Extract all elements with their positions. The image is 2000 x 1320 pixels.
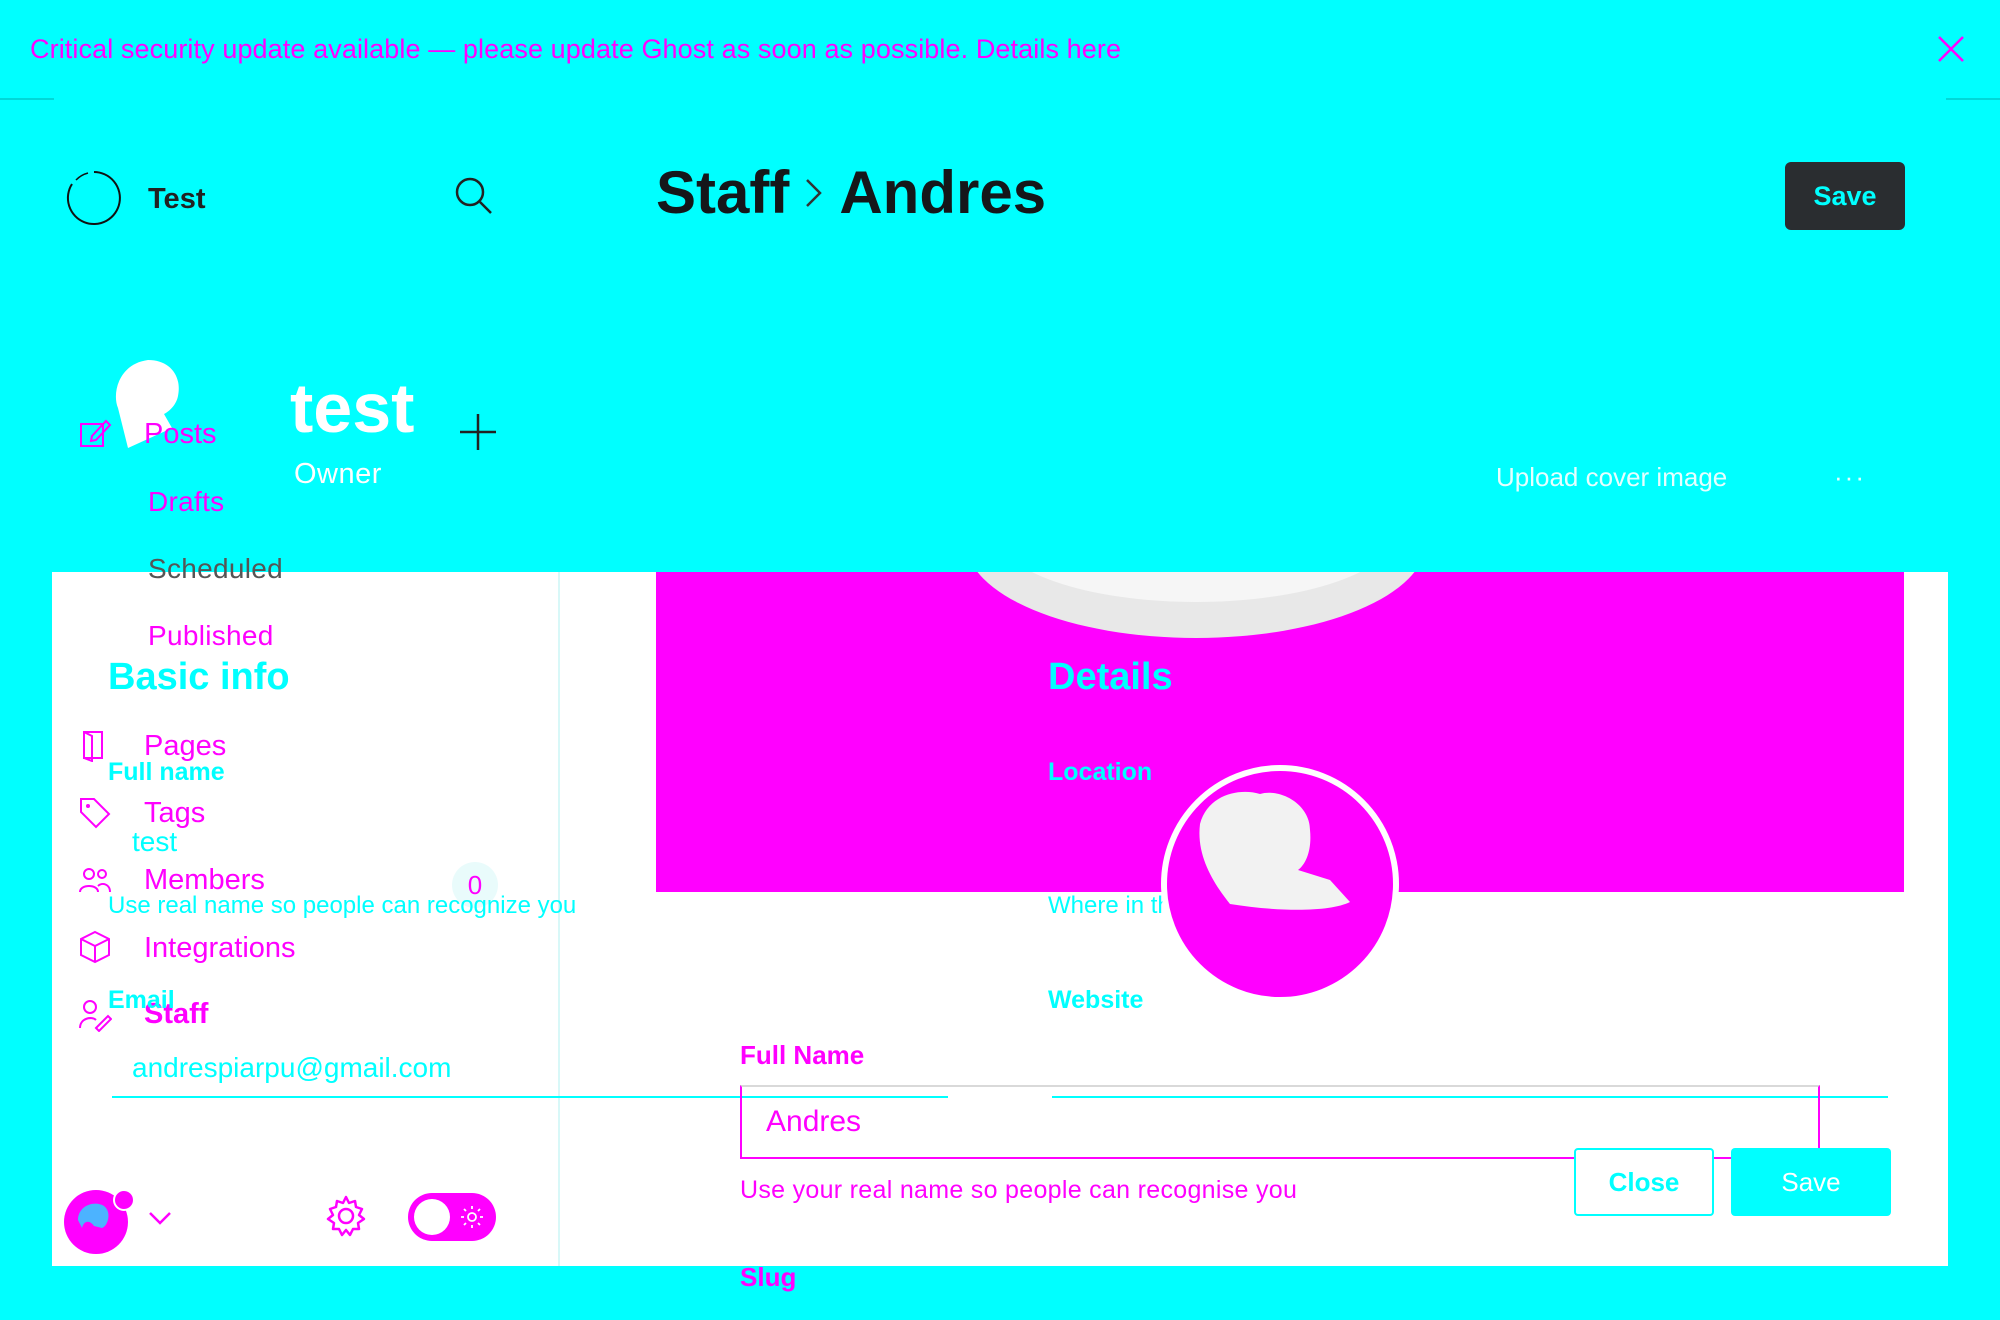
breadcrumb: Staff Andres (656, 158, 1046, 227)
staff-icon (78, 998, 112, 1032)
breadcrumb-current: Andres (839, 159, 1047, 226)
basic-email-label: Email (108, 986, 175, 1014)
members-icon (78, 864, 112, 898)
save-button[interactable]: Save (1785, 162, 1905, 230)
nav-item-posts[interactable]: Posts (144, 418, 217, 451)
details-heading: Details (1048, 656, 1173, 698)
edit-icon (78, 416, 112, 450)
banner-divider-right (1946, 98, 2000, 100)
nav-item-integrations[interactable]: Integrations (144, 932, 296, 965)
integrations-icon (78, 930, 112, 964)
slug-label: Slug (740, 1262, 797, 1292)
user-avatar[interactable] (64, 1186, 134, 1256)
basic-full-name-hint: Use real name so people can recognize yo… (108, 892, 577, 919)
plus-icon[interactable] (458, 412, 498, 452)
site-name[interactable]: Test (148, 183, 205, 216)
close-icon[interactable] (1934, 32, 1968, 66)
nav-item-drafts[interactable]: Drafts (148, 486, 224, 518)
search-icon[interactable] (452, 174, 494, 216)
gear-icon[interactable] (324, 1194, 368, 1238)
full-name-label: Full Name (740, 1040, 865, 1070)
nav-item-scheduled[interactable]: Scheduled (148, 553, 283, 585)
profile-role: Owner (294, 458, 382, 490)
basic-full-name-label: Full name (108, 758, 225, 786)
staff-avatar[interactable] (1160, 764, 1400, 1004)
security-banner-message[interactable]: Critical security update available — ple… (30, 34, 1121, 65)
upload-cover-image-button[interactable]: Upload cover image (1496, 462, 1727, 493)
basic-email-value[interactable]: andrespiarpu@gmail.com (132, 1052, 451, 1084)
full-name-hint: Use your real name so people can recogni… (740, 1176, 1298, 1204)
nav-item-published[interactable]: Published (148, 620, 274, 652)
chevron-down-icon[interactable] (146, 1204, 174, 1232)
basic-info-heading: Basic info (108, 656, 290, 698)
close-button[interactable]: Close (1574, 1148, 1714, 1216)
basic-full-name-value[interactable]: test (132, 826, 177, 858)
more-options-icon[interactable]: ··· (1834, 462, 1866, 493)
toggle-knob (414, 1199, 450, 1235)
breadcrumb-staff-link[interactable]: Staff (656, 158, 789, 227)
tag-icon (78, 796, 112, 830)
page-icon (78, 728, 112, 762)
website-label: Website (1048, 986, 1144, 1014)
chevron-right-icon (803, 176, 825, 210)
site-logo-icon[interactable] (64, 168, 124, 228)
theme-toggle[interactable] (408, 1193, 496, 1241)
sun-icon (460, 1205, 484, 1229)
banner-divider-left (0, 98, 54, 100)
location-label: Location (1048, 758, 1153, 786)
modal-save-button[interactable]: Save (1731, 1148, 1891, 1216)
profile-name: test (290, 369, 415, 447)
